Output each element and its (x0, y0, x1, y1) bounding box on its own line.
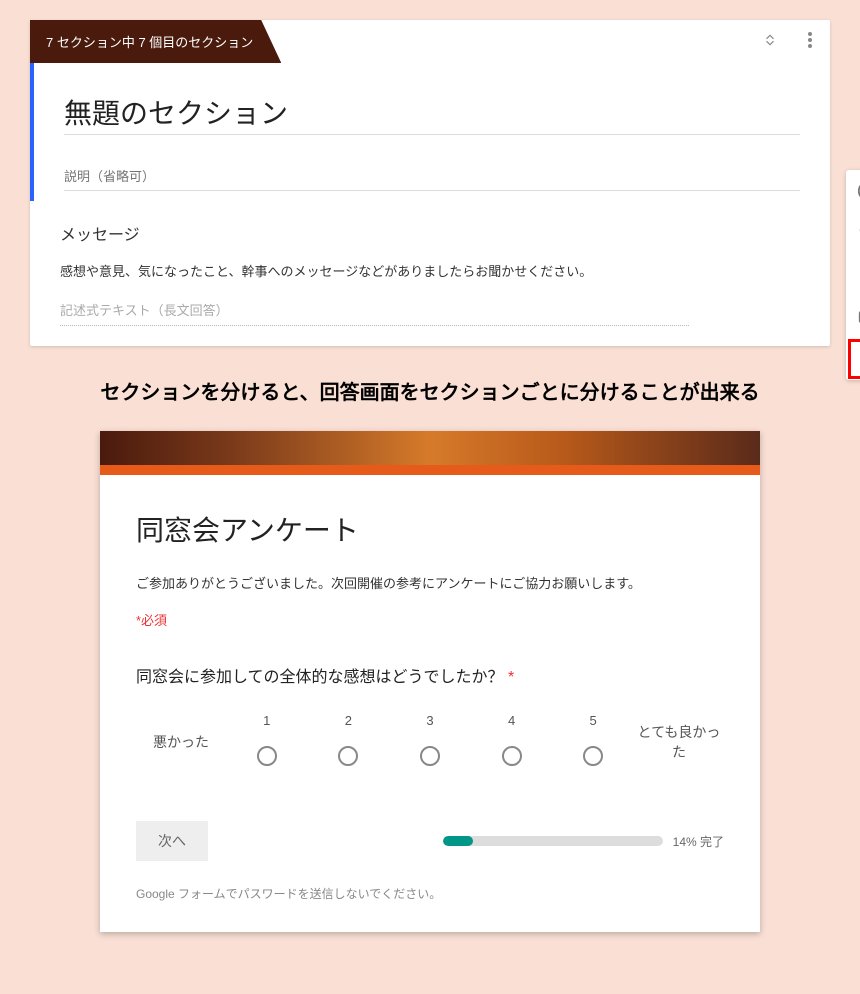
form-footer-note: Google フォームでパスワードを送信しないでください。 (136, 885, 724, 902)
add-title-icon[interactable]: T T (855, 220, 860, 246)
question-label: 同窓会に参加しての全体的な感想はどうでしたか？ * (136, 663, 724, 687)
scale-option[interactable]: 1 (226, 713, 308, 771)
radio-icon[interactable] (420, 746, 440, 766)
scale-number: 1 (226, 713, 308, 728)
section-description-input[interactable] (64, 159, 800, 191)
radio-icon[interactable] (583, 746, 603, 766)
add-question-icon[interactable] (855, 178, 860, 204)
scale-number: 3 (389, 713, 471, 728)
form-accent-bar (100, 465, 760, 475)
section-editor-card: 7 セクション中 7 個目のセクション メッセージ 感想や意見、気に (30, 20, 830, 346)
scale-label-right: とても良かった (634, 722, 724, 762)
add-video-icon[interactable] (855, 304, 860, 330)
progress-bar (443, 836, 663, 846)
next-button[interactable]: 次へ (136, 821, 208, 861)
scale-option[interactable]: 5 (552, 713, 634, 771)
answer-type-placeholder: 記述式テキスト（長文回答） (60, 300, 689, 326)
question-block[interactable]: メッセージ 感想や意見、気になったこと、幹事へのメッセージなどがありましたらお聞… (30, 211, 830, 326)
section-indicator-label: 7 セクション中 7 個目のセクション (30, 20, 281, 63)
section-title-input[interactable] (64, 90, 800, 135)
linear-scale-question: 悪かった 12345 とても良かった (136, 713, 724, 771)
scale-option[interactable]: 2 (308, 713, 390, 771)
scale-number: 4 (471, 713, 553, 728)
question-toolbar: T T (846, 170, 860, 380)
radio-icon[interactable] (257, 746, 277, 766)
add-image-icon[interactable] (855, 262, 860, 288)
form-header-image (100, 431, 760, 465)
form-preview: 同窓会アンケート ご参加ありがとうございました。次回開催の参考にアンケートにご協… (100, 431, 760, 932)
scale-label-left: 悪かった (136, 732, 226, 752)
question-title: メッセージ (60, 221, 800, 245)
progress-text: 14% 完了 (673, 833, 724, 850)
form-description: ご参加ありがとうございました。次回開催の参考にアンケートにご協力お願いします。 (136, 573, 724, 592)
radio-icon[interactable] (338, 746, 358, 766)
radio-icon[interactable] (502, 746, 522, 766)
question-description: 感想や意見、気になったこと、幹事へのメッセージなどがありましたらお聞かせください… (60, 261, 800, 280)
add-section-icon[interactable] (855, 346, 860, 372)
required-indicator: *必須 (136, 610, 724, 629)
scale-number: 2 (308, 713, 390, 728)
more-options-icon[interactable] (800, 30, 820, 50)
scale-option[interactable]: 4 (471, 713, 553, 771)
scale-option[interactable]: 3 (389, 713, 471, 771)
explanation-caption: セクションを分けると、回答画面をセクションごとに分けることが出来る (20, 376, 840, 405)
form-title: 同窓会アンケート (136, 509, 724, 549)
scale-number: 5 (552, 713, 634, 728)
collapse-section-icon[interactable] (760, 30, 780, 50)
